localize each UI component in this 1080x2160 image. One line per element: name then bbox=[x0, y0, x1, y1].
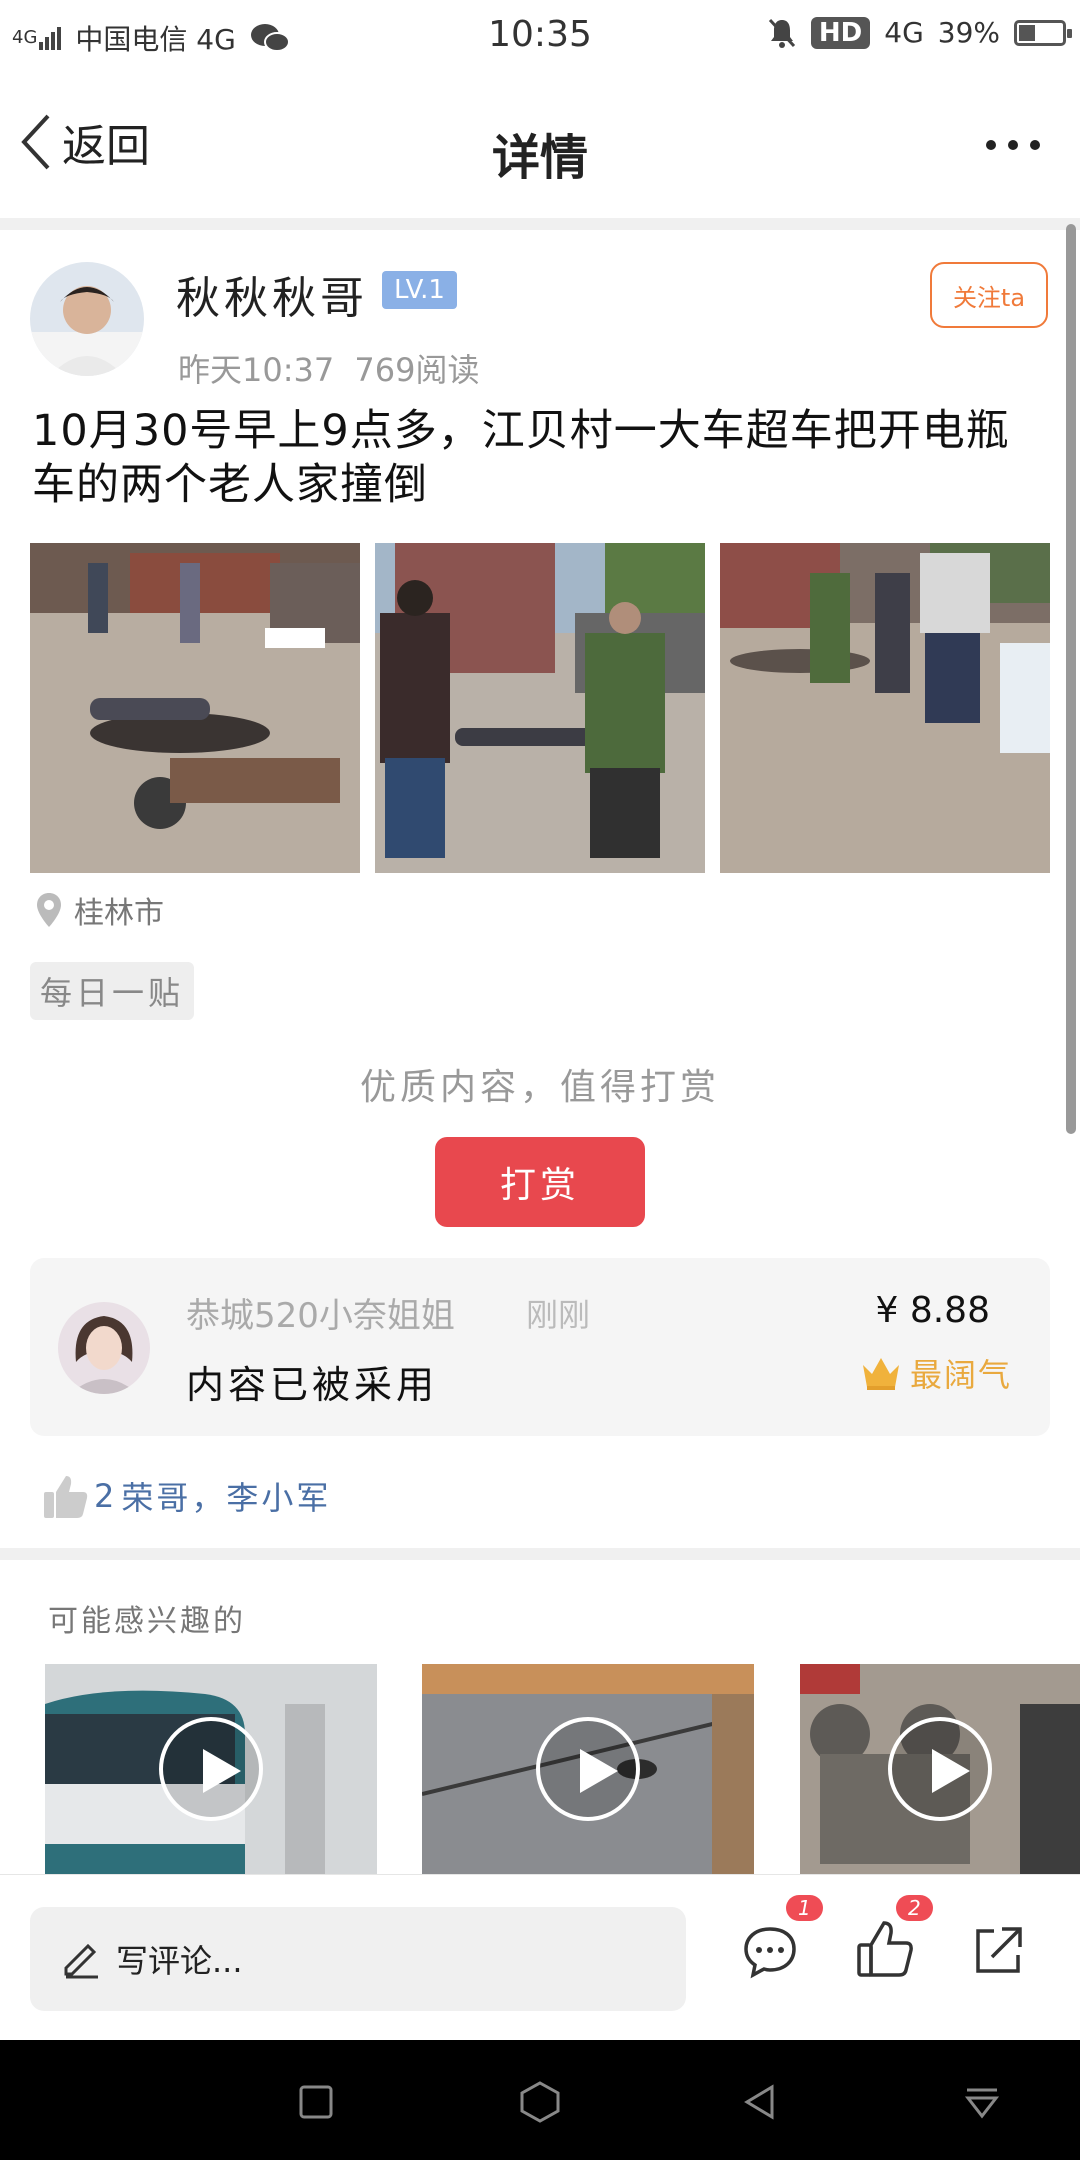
location[interactable]: 桂林市 bbox=[34, 888, 164, 932]
thumbs-up-icon bbox=[44, 1476, 88, 1518]
divider bbox=[0, 1548, 1080, 1560]
divider bbox=[0, 218, 1080, 230]
network-label: 4G bbox=[884, 16, 924, 49]
share-icon bbox=[976, 1927, 1022, 1973]
status-right: HD 4G 39% bbox=[767, 16, 1072, 49]
top-reward-label: 最阔气 bbox=[909, 1356, 1012, 1394]
share-button[interactable] bbox=[970, 1923, 1026, 1979]
more-options-icon[interactable] bbox=[986, 140, 1040, 150]
top-reward-badge: 最阔气 bbox=[860, 1350, 1012, 1396]
comment-input[interactable]: 写评论... bbox=[30, 1907, 686, 2011]
like-button[interactable]: 2 bbox=[856, 1895, 933, 1979]
level-badge: LV.1 bbox=[382, 271, 457, 309]
like-names[interactable]: 荣哥，李小军 bbox=[121, 1473, 331, 1519]
play-icon bbox=[536, 1717, 640, 1821]
post-title: 10月30号早上9点多，江贝村一大车超车把开电瓶车的两个老人家撞倒 bbox=[32, 406, 1010, 510]
post-photo-2[interactable] bbox=[375, 543, 705, 873]
mute-bell-icon bbox=[768, 18, 796, 48]
pencil-icon bbox=[64, 1943, 98, 1979]
page-title: 详情 bbox=[491, 130, 588, 186]
play-icon bbox=[888, 1717, 992, 1821]
location-label: 桂林市 bbox=[74, 896, 164, 931]
likes-row[interactable]: 2 荣哥，李小军 bbox=[42, 1472, 331, 1520]
comment-placeholder: 写评论... bbox=[116, 1942, 243, 1980]
topic-tag[interactable]: 每日一贴 bbox=[30, 962, 195, 1020]
read-count: 769阅读 bbox=[354, 351, 480, 389]
scrollbar[interactable] bbox=[1066, 224, 1076, 1134]
giver-name[interactable]: 恭城520小奈姐姐 bbox=[186, 1288, 455, 1337]
post-meta: 昨天10:37 769阅读 bbox=[178, 345, 480, 391]
reward-prompt: 优质内容，值得打赏 bbox=[359, 1067, 720, 1108]
comment-button[interactable]: 1 bbox=[742, 1895, 823, 1979]
status-bar: 4G 中国电信 4G 10:35 HD 4G 39% bbox=[0, 0, 1080, 76]
reward-card[interactable]: 恭城520小奈姐姐 刚刚 内容已被采用 ¥ 8.88 最阔气 bbox=[30, 1258, 1050, 1436]
location-pin-icon bbox=[37, 893, 61, 927]
comment-count-badge: 1 bbox=[786, 1895, 823, 1921]
follow-button[interactable]: 关注ta bbox=[930, 262, 1048, 328]
crown-icon bbox=[862, 1358, 899, 1390]
author-avatar[interactable] bbox=[30, 262, 144, 376]
recommend-video-2[interactable] bbox=[422, 1664, 754, 1874]
giver-time: 刚刚 bbox=[526, 1296, 591, 1334]
like-count: 2 bbox=[94, 1477, 118, 1515]
post-time: 昨天10:37 bbox=[178, 351, 335, 389]
system-nav-bar bbox=[0, 2040, 1080, 2160]
reward-amount: ¥ 8.88 bbox=[875, 1290, 990, 1331]
comment-bubble-icon bbox=[744, 1927, 796, 1979]
recommend-video-3[interactable] bbox=[800, 1664, 1080, 1874]
bottom-bar: 写评论... 1 2 bbox=[0, 1874, 1080, 2040]
recommend-title: 可能感兴趣的 bbox=[48, 1604, 246, 1639]
hd-badge: HD bbox=[810, 16, 871, 49]
battery-icon bbox=[1014, 19, 1072, 46]
thumbs-up-outline-icon bbox=[857, 1921, 913, 1977]
battery-label: 39% bbox=[937, 16, 1000, 49]
home-icon[interactable] bbox=[518, 2080, 562, 2124]
notification-drawer-icon[interactable] bbox=[964, 2086, 1000, 2120]
play-icon bbox=[159, 1717, 263, 1821]
recent-apps-icon[interactable] bbox=[298, 2084, 334, 2120]
post-photo-3[interactable] bbox=[720, 543, 1050, 873]
reward-button[interactable]: 打赏 bbox=[435, 1137, 645, 1227]
giver-avatar[interactable] bbox=[58, 1302, 150, 1394]
author-name[interactable]: 秋秋秋哥 bbox=[176, 262, 368, 326]
post-photo-1[interactable] bbox=[30, 543, 360, 873]
like-count-badge: 2 bbox=[896, 1895, 933, 1921]
nav-bar: 返回 详情 bbox=[0, 76, 1080, 218]
recommend-video-1[interactable] bbox=[45, 1664, 377, 1874]
reward-message: 内容已被采用 bbox=[186, 1363, 439, 1407]
back-nav-icon[interactable] bbox=[742, 2084, 778, 2120]
